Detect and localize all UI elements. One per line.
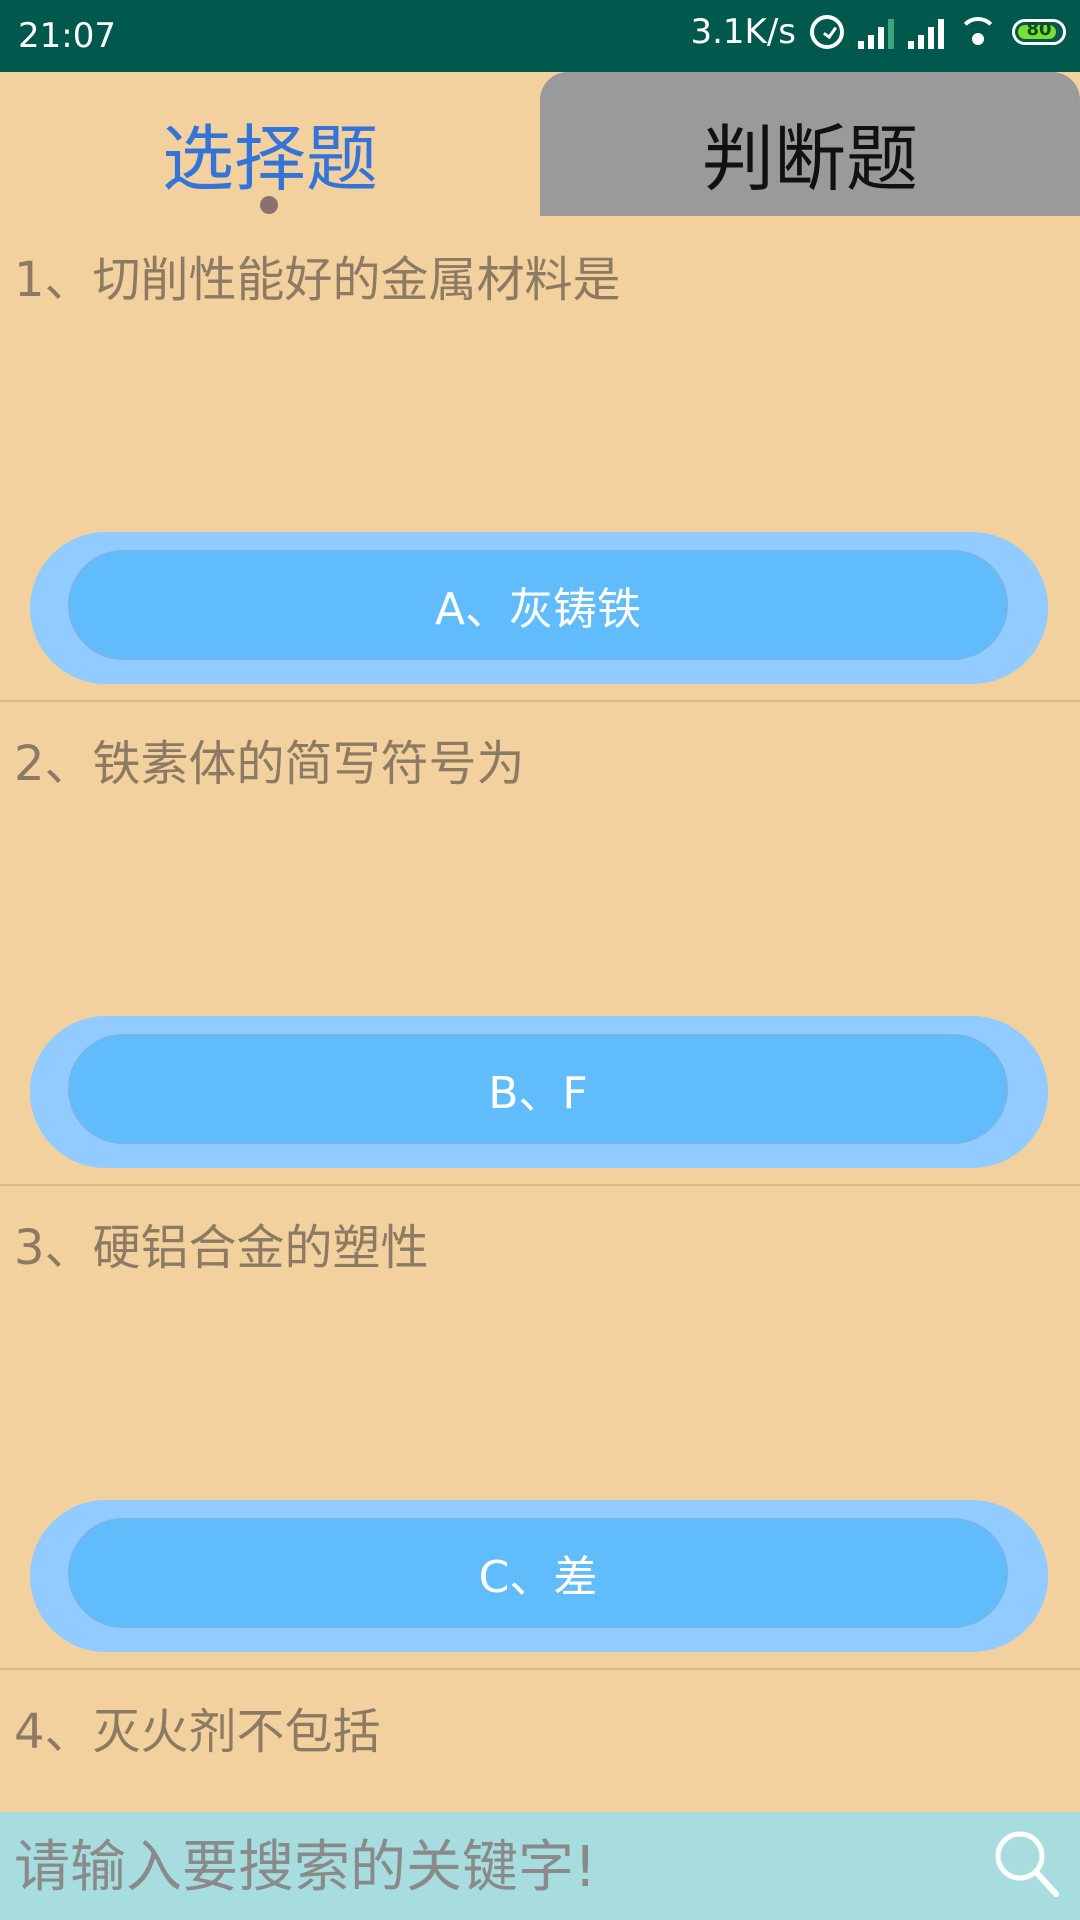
answer-label: C、差 — [478, 1552, 598, 1603]
search-input[interactable] — [12, 1826, 996, 1908]
answer-button[interactable]: A、灰铸铁 — [68, 550, 1008, 660]
tab-true-false-questions[interactable]: 判断题 — [540, 72, 1080, 216]
question-text: 1、切削性能好的金属材料是 — [14, 252, 621, 308]
signal-icon — [908, 15, 944, 49]
answer-label: A、灰铸铁 — [434, 584, 642, 635]
wifi-icon — [958, 15, 998, 49]
search-icon[interactable] — [992, 1828, 1062, 1898]
answer-button[interactable]: B、F — [68, 1034, 1008, 1144]
answer-label: B、F — [488, 1068, 588, 1119]
question-item: 1、切削性能好的金属材料是 A、灰铸铁 — [0, 216, 1080, 702]
answer-button[interactable]: C、差 — [68, 1518, 1008, 1628]
quiz-screen: 选择题 判断题 1、切削性能好的金属材料是 A、灰铸铁 2、铁素体的简写符号为 … — [0, 72, 1080, 1920]
status-icons: 3.1K/s 80 — [690, 12, 1066, 52]
question-text: 4、灭火剂不包括 — [14, 1704, 381, 1760]
alarm-icon — [810, 15, 844, 49]
answer-button-container: B、F — [30, 1016, 1048, 1168]
status-bar: 21:07 3.1K/s 80 — [0, 0, 1080, 72]
network-speed: 3.1K/s — [690, 12, 796, 52]
answer-button-container: C、差 — [30, 1500, 1048, 1652]
tab-choice-questions[interactable]: 选择题 — [0, 72, 540, 216]
question-item: 2、铁素体的简写符号为 B、F — [0, 700, 1080, 1186]
question-text: 3、硬铝合金的塑性 — [14, 1220, 429, 1276]
status-time: 21:07 — [18, 16, 116, 56]
tab-label: 选择题 — [161, 117, 378, 201]
tab-indicator-dot — [260, 196, 278, 214]
signal-icon — [858, 15, 894, 49]
question-item: 3、硬铝合金的塑性 C、差 — [0, 1184, 1080, 1670]
answer-button-container: A、灰铸铁 — [30, 532, 1048, 684]
battery-level: 80 — [1026, 19, 1052, 40]
search-bar — [0, 1812, 1080, 1920]
question-text: 2、铁素体的简写符号为 — [14, 736, 525, 792]
tab-label: 判断题 — [701, 117, 918, 201]
battery-icon: 80 — [1012, 19, 1066, 45]
